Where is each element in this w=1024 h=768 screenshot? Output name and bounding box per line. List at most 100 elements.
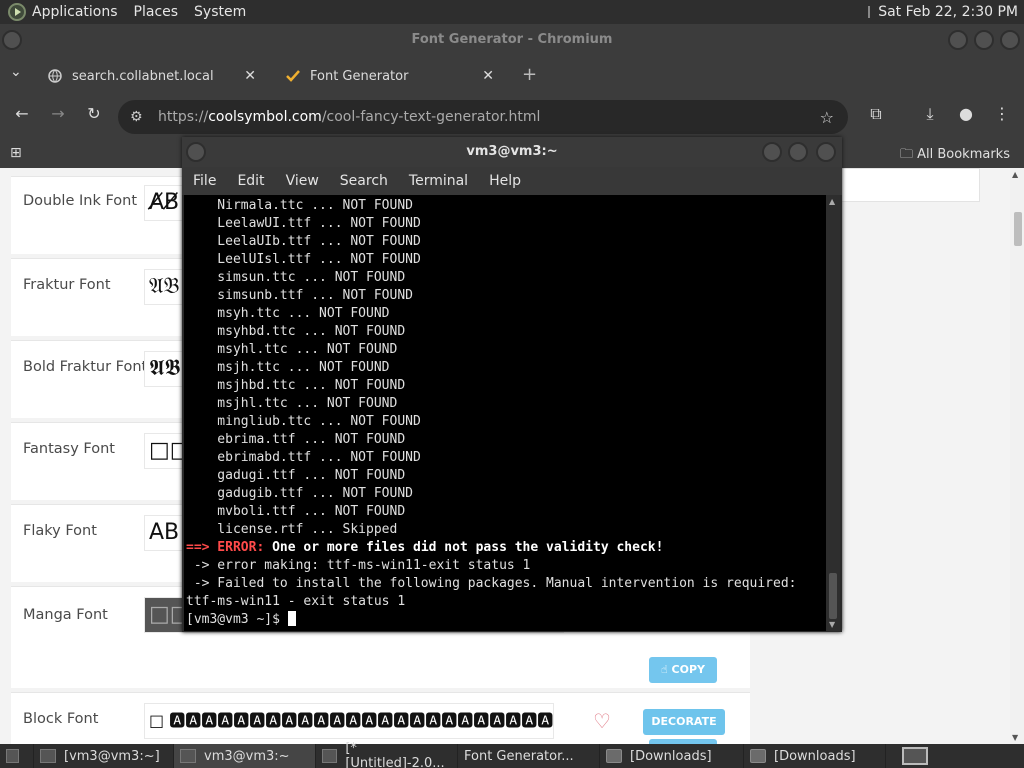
back-arrow-icon[interactable]: ← xyxy=(10,104,34,123)
taskbar-item[interactable]: vm3@vm3:~ xyxy=(174,744,316,768)
font-name: Manga Font xyxy=(23,607,108,623)
maximize-icon[interactable] xyxy=(974,30,994,50)
folder-icon xyxy=(750,749,766,763)
site-info-icon[interactable]: ⚙ xyxy=(130,109,150,125)
terminal-scrollbar[interactable]: ▲ ▼ xyxy=(826,195,840,631)
scroll-up-icon[interactable]: ▲ xyxy=(1012,170,1018,179)
scroll-down-icon[interactable]: ▼ xyxy=(1012,733,1018,742)
gimp-icon xyxy=(322,749,338,763)
distro-logo-icon[interactable] xyxy=(8,3,26,21)
terminal-line: ebrima.ttf ... NOT FOUND xyxy=(186,432,406,447)
taskbar-item[interactable]: Font Generator... xyxy=(458,744,600,768)
text-cursor xyxy=(287,611,296,626)
new-tab-plus-icon[interactable]: + xyxy=(522,64,537,85)
terminal-line: ttf-ms-win11 - exit status 1 xyxy=(186,594,406,609)
terminal-line: simsunb.ttf ... NOT FOUND xyxy=(186,288,413,303)
menu-help[interactable]: Help xyxy=(489,173,521,189)
font-preview[interactable]: □ 🅰🅰🅰🅰🅰🅰🅰🅰🅰🅰🅰🅰🅰🅰🅰🅰🅰🅰🅰🅰🅰🅰🅰🅰🅰 xyxy=(144,703,554,739)
font-name: Fraktur Font xyxy=(23,277,111,293)
font-name: Fantasy Font xyxy=(23,441,115,457)
terminal-line: LeelawUI.ttf ... NOT FOUND xyxy=(186,216,421,231)
favorite-heart-icon[interactable]: ♡ xyxy=(593,709,611,733)
address-bar[interactable]: ⚙ https://coolsymbol.com/cool-fancy-text… xyxy=(118,100,848,134)
forward-arrow-icon[interactable]: → xyxy=(46,104,70,123)
shell-prompt: [vm3@vm3 ~]$ xyxy=(186,612,288,627)
terminal-line: gadugib.ttf ... NOT FOUND xyxy=(186,486,413,501)
minimize-icon[interactable] xyxy=(948,30,968,50)
desktop-icon xyxy=(6,749,19,763)
tab-search-collabnet[interactable]: search.collabnet.local ✕ xyxy=(38,60,266,92)
clock[interactable]: Sat Feb 22, 2:30 PM xyxy=(878,4,1018,20)
system-panel: Applications Places System Sat Feb 22, 2… xyxy=(0,0,1024,24)
terminal-line: msyhbd.ttc ... NOT FOUND xyxy=(186,324,406,339)
terminal-line: license.rtf ... Skipped xyxy=(186,522,398,537)
bookmark-star-icon[interactable]: ☆ xyxy=(820,108,834,127)
hand-icon: ☝ xyxy=(661,663,668,676)
terminal-error-line: ==> ERROR: One or more files did not pas… xyxy=(186,540,664,555)
profile-icon[interactable]: ● xyxy=(954,104,978,123)
font-name: Block Font xyxy=(23,711,99,727)
places-menu[interactable]: Places xyxy=(134,4,179,20)
font-name: Bold Fraktur Font xyxy=(23,359,148,375)
menu-edit[interactable]: Edit xyxy=(237,173,264,189)
tab-search-chevron-icon[interactable]: ⌄ xyxy=(10,64,22,80)
terminal-output[interactable]: Nirmala.ttc ... NOT FOUND LeelawUI.ttf .… xyxy=(184,195,826,631)
close-icon[interactable] xyxy=(816,142,836,162)
download-icon[interactable]: ⤓ xyxy=(918,104,942,124)
applications-menu[interactable]: Applications xyxy=(32,4,118,20)
terminal-line: msyhl.ttc ... NOT FOUND xyxy=(186,342,398,357)
url-text[interactable]: https://coolsymbol.com/cool-fancy-text-g… xyxy=(158,109,540,125)
menu-view[interactable]: View xyxy=(286,173,319,189)
terminal-line: mingliub.ttc ... NOT FOUND xyxy=(186,414,421,429)
terminal-icon xyxy=(180,749,196,763)
extensions-icon[interactable]: ⧉ xyxy=(864,104,888,124)
terminal-line: gadugi.ttf ... NOT FOUND xyxy=(186,468,406,483)
font-row-block: Block Font □ 🅰🅰🅰🅰🅰🅰🅰🅰🅰🅰🅰🅰🅰🅰🅰🅰🅰🅰🅰🅰🅰🅰🅰🅰🅰 ♡… xyxy=(11,692,750,744)
all-bookmarks[interactable]: 🗀 All Bookmarks xyxy=(900,145,1010,167)
copy-button[interactable]: ☝ COPY xyxy=(649,657,717,683)
scroll-down-icon[interactable]: ▼ xyxy=(829,620,835,629)
maximize-icon[interactable] xyxy=(788,142,808,162)
terminal-prompt-line[interactable]: [vm3@vm3 ~]$ xyxy=(184,611,826,629)
terminal-icon xyxy=(40,749,56,763)
tab-font-generator[interactable]: Font Generator ✕ xyxy=(276,60,504,92)
reload-icon[interactable]: ↻ xyxy=(82,104,106,123)
scrollbar-thumb[interactable] xyxy=(829,573,837,619)
taskbar-item[interactable]: [vm3@vm3:~] xyxy=(34,744,174,768)
globe-icon xyxy=(48,69,62,83)
terminal-line: Nirmala.ttc ... NOT FOUND xyxy=(186,198,413,213)
menu-kebab-icon[interactable]: ⋮ xyxy=(990,104,1014,123)
apps-grid-icon[interactable]: ⊞ xyxy=(10,145,22,161)
menu-file[interactable]: File xyxy=(193,173,216,189)
terminal-title: vm3@vm3:~ xyxy=(182,137,842,167)
taskbar-item[interactable]: [Downloads] xyxy=(600,744,744,768)
close-icon[interactable] xyxy=(1000,30,1020,50)
window-menu-icon[interactable] xyxy=(2,30,22,50)
menu-terminal[interactable]: Terminal xyxy=(409,173,468,189)
panel-separator xyxy=(868,6,871,18)
taskbar-item[interactable]: [*[Untitled]-2.0... xyxy=(316,741,458,768)
decorate-button[interactable]: DECORATE xyxy=(643,709,725,735)
menu-search[interactable]: Search xyxy=(340,173,388,189)
tab-close-icon[interactable]: ✕ xyxy=(482,68,494,84)
minimize-icon[interactable] xyxy=(762,142,782,162)
terminal-line: mvboli.ttf ... NOT FOUND xyxy=(186,504,406,519)
terminal-line: msjhl.ttc ... NOT FOUND xyxy=(186,396,398,411)
scroll-up-icon[interactable]: ▲ xyxy=(829,197,835,206)
terminal-line: LeelaUIb.ttf ... NOT FOUND xyxy=(186,234,421,249)
terminal-line: ebrimabd.ttf ... NOT FOUND xyxy=(186,450,421,465)
page-scrollbar[interactable]: ▲ ▼ xyxy=(1010,168,1024,744)
browser-title: Font Generator - Chromium xyxy=(0,24,1024,56)
scrollbar-thumb[interactable] xyxy=(1014,212,1022,246)
taskbar-item[interactable]: [Downloads] xyxy=(744,744,886,768)
window-menu-icon[interactable] xyxy=(186,142,206,162)
show-desktop-icon[interactable] xyxy=(0,744,34,768)
workspace-switcher[interactable] xyxy=(902,747,928,765)
folder-icon xyxy=(606,749,622,763)
taskbar: [vm3@vm3:~] vm3@vm3:~ [*[Untitled]-2.0..… xyxy=(0,741,1024,768)
tab-close-icon[interactable]: ✕ xyxy=(244,68,256,84)
system-menu[interactable]: System xyxy=(194,4,246,20)
terminal-line: -> Failed to install the following packa… xyxy=(186,576,797,591)
tab-bar: ⌄ search.collabnet.local ✕ Font Generato… xyxy=(0,56,1024,92)
font-name: Double Ink Font xyxy=(23,193,138,209)
